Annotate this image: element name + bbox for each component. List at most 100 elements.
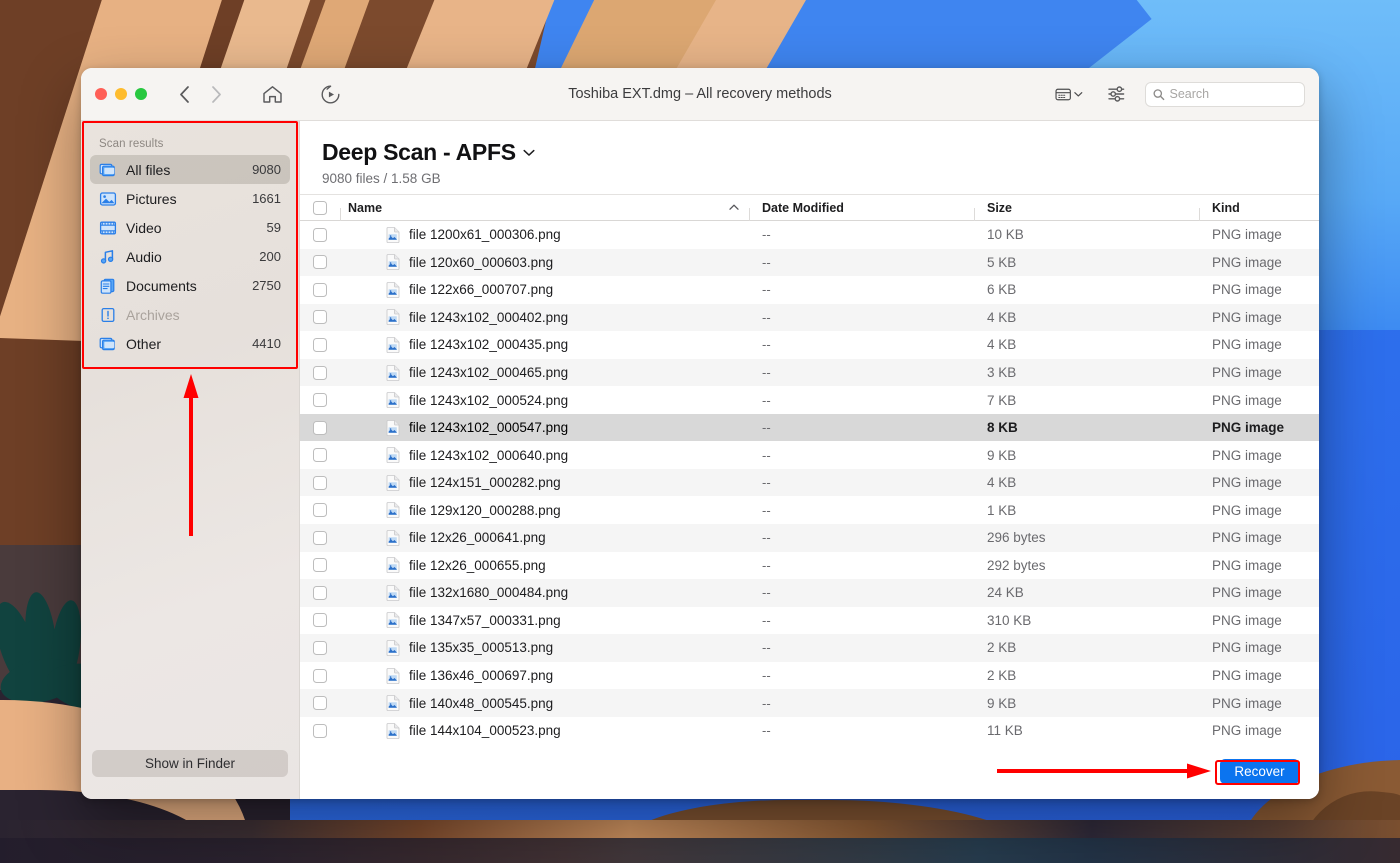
row-name-cell[interactable]: file 120x60_000603.png — [340, 254, 749, 271]
row-checkbox-cell[interactable] — [300, 723, 340, 738]
table-row[interactable]: file 124x151_000282.png -- 4 KB PNG image — [300, 468, 1319, 497]
table-row[interactable]: file 140x48_000545.png -- 9 KB PNG image — [300, 689, 1319, 717]
table-row[interactable]: file 1243x102_000435.png -- 4 KB PNG image — [300, 331, 1319, 359]
select-all-checkbox[interactable] — [313, 200, 327, 215]
table-row[interactable]: file 1200x61_000306.png -- 10 KB PNG image — [300, 221, 1319, 249]
home-icon[interactable] — [258, 80, 286, 108]
row-name-cell[interactable]: file 1243x102_000465.png — [340, 364, 749, 381]
row-name-cell[interactable]: file 1243x102_000524.png — [340, 392, 749, 408]
rescan-icon[interactable] — [316, 80, 344, 108]
row-checkbox[interactable] — [313, 420, 327, 435]
search-input[interactable] — [1169, 87, 1297, 101]
zoom-button[interactable] — [135, 88, 147, 100]
row-checkbox-cell[interactable] — [300, 558, 340, 573]
row-name-cell[interactable]: file 1347x57_000331.png — [340, 612, 749, 629]
row-checkbox[interactable] — [313, 723, 327, 738]
row-checkbox-cell[interactable] — [300, 393, 340, 408]
table-row[interactable]: file 132x1680_000484.png -- 24 KB PNG image — [300, 579, 1319, 607]
row-date-modified: -- — [762, 227, 771, 243]
row-checkbox-cell[interactable] — [300, 365, 340, 380]
row-checkbox[interactable] — [313, 227, 327, 242]
row-name-cell[interactable]: file 12x26_000655.png — [340, 557, 749, 574]
sort-ascending-caret[interactable] — [729, 202, 739, 213]
row-checkbox[interactable] — [313, 668, 327, 683]
chevron-down-icon[interactable] — [523, 149, 535, 157]
row-checkbox[interactable] — [313, 448, 327, 463]
row-name-cell[interactable]: file 135x35_000513.png — [340, 640, 749, 656]
row-checkbox[interactable] — [313, 530, 327, 545]
table-row[interactable]: file 1243x102_000547.png -- 8 KB PNG image — [300, 413, 1319, 442]
row-checkbox-cell[interactable] — [300, 255, 340, 270]
row-checkbox[interactable] — [313, 613, 327, 628]
row-name-cell[interactable]: file 1243x102_000547.png — [340, 419, 749, 436]
row-checkbox[interactable] — [313, 475, 327, 490]
row-name-cell[interactable]: file 140x48_000545.png — [340, 695, 749, 711]
row-checkbox-cell[interactable] — [300, 668, 340, 683]
show-in-finder-button[interactable]: Show in Finder — [92, 750, 288, 777]
table-row[interactable]: file 1243x102_000524.png -- 7 KB PNG image — [300, 386, 1319, 414]
row-checkbox[interactable] — [313, 337, 327, 352]
row-checkbox-cell[interactable] — [300, 282, 340, 297]
filter-sliders-icon[interactable] — [1103, 80, 1131, 108]
row-name-cell[interactable]: file 122x66_000707.png — [340, 281, 749, 298]
row-checkbox[interactable] — [313, 696, 327, 711]
row-name-cell[interactable]: file 136x46_000697.png — [340, 667, 749, 684]
table-row[interactable]: file 136x46_000697.png -- 2 KB PNG image — [300, 662, 1319, 690]
row-name-cell[interactable]: file 1243x102_000435.png — [340, 337, 749, 353]
column-header-kind[interactable]: Kind — [1199, 201, 1319, 221]
table-row[interactable]: file 12x26_000655.png -- 292 bytes PNG imag… — [300, 552, 1319, 580]
row-checkbox-cell[interactable] — [300, 337, 340, 352]
view-options-icon[interactable] — [1055, 80, 1083, 108]
row-checkbox-cell[interactable] — [300, 448, 340, 463]
row-name-cell[interactable]: file 132x1680_000484.png — [340, 584, 749, 601]
table-row[interactable]: file 120x60_000603.png -- 5 KB PNG image — [300, 248, 1319, 277]
row-name-cell[interactable]: file 1200x61_000306.png — [340, 226, 749, 243]
row-name-cell[interactable]: file 1243x102_000640.png — [340, 447, 749, 464]
table-row[interactable]: file 1347x57_000331.png -- 310 KB PNG image — [300, 607, 1319, 635]
table-row[interactable]: file 12x26_000641.png -- 296 bytes PNG imag… — [300, 524, 1319, 552]
table-body[interactable]: file 1200x61_000306.png -- 10 KB PNG image … — [300, 221, 1319, 743]
chevron-right-icon[interactable] — [202, 80, 230, 108]
table-row[interactable]: file 122x66_000707.png -- 6 KB PNG image — [300, 276, 1319, 304]
row-checkbox[interactable] — [313, 640, 327, 655]
column-header-name[interactable]: Name — [340, 201, 749, 221]
row-checkbox-cell[interactable] — [300, 420, 340, 435]
chevron-left-icon[interactable] — [170, 80, 198, 108]
row-checkbox-cell[interactable] — [300, 585, 340, 600]
row-checkbox-cell[interactable] — [300, 503, 340, 518]
row-checkbox-cell[interactable] — [300, 530, 340, 545]
row-checkbox[interactable] — [313, 282, 327, 297]
row-name-cell[interactable]: file 12x26_000641.png — [340, 529, 749, 546]
chevron-down-icon[interactable] — [1074, 91, 1083, 98]
close-button[interactable] — [95, 88, 107, 100]
row-checkbox-cell[interactable] — [300, 696, 340, 711]
row-checkbox[interactable] — [313, 558, 327, 573]
row-checkbox[interactable] — [313, 503, 327, 518]
table-row[interactable]: file 144x104_000523.png -- 11 KB PNG image — [300, 717, 1319, 743]
table-row[interactable]: file 135x35_000513.png -- 2 KB PNG image — [300, 634, 1319, 662]
row-checkbox[interactable] — [313, 393, 327, 408]
row-checkbox-cell[interactable] — [300, 475, 340, 490]
column-header-size[interactable]: Size — [974, 201, 1199, 221]
row-name-cell[interactable]: file 1243x102_000402.png — [340, 309, 749, 326]
row-checkbox[interactable] — [313, 310, 327, 325]
row-name-cell[interactable]: file 129x120_000288.png — [340, 502, 749, 519]
minimize-button[interactable] — [115, 88, 127, 100]
row-name-cell[interactable]: file 144x104_000523.png — [340, 722, 749, 739]
row-checkbox-cell[interactable] — [300, 227, 340, 242]
table-row[interactable]: file 1243x102_000465.png -- 3 KB PNG image — [300, 358, 1319, 387]
row-checkbox[interactable] — [313, 255, 327, 270]
table-row[interactable]: file 129x120_000288.png -- 1 KB PNG image — [300, 496, 1319, 524]
row-name-cell[interactable]: file 124x151_000282.png — [340, 474, 749, 491]
select-all-cell[interactable] — [300, 200, 340, 215]
scan-title-menu[interactable]: Deep Scan - APFS — [322, 139, 1319, 166]
row-checkbox[interactable] — [313, 585, 327, 600]
row-checkbox[interactable] — [313, 365, 327, 380]
row-checkbox-cell[interactable] — [300, 310, 340, 325]
row-checkbox-cell[interactable] — [300, 640, 340, 655]
table-row[interactable]: file 1243x102_000402.png -- 4 KB PNG image — [300, 303, 1319, 332]
table-row[interactable]: file 1243x102_000640.png -- 9 KB PNG image — [300, 441, 1319, 469]
row-checkbox-cell[interactable] — [300, 613, 340, 628]
column-header-date-modified[interactable]: Date Modified — [749, 201, 974, 221]
search-field[interactable] — [1145, 81, 1305, 107]
